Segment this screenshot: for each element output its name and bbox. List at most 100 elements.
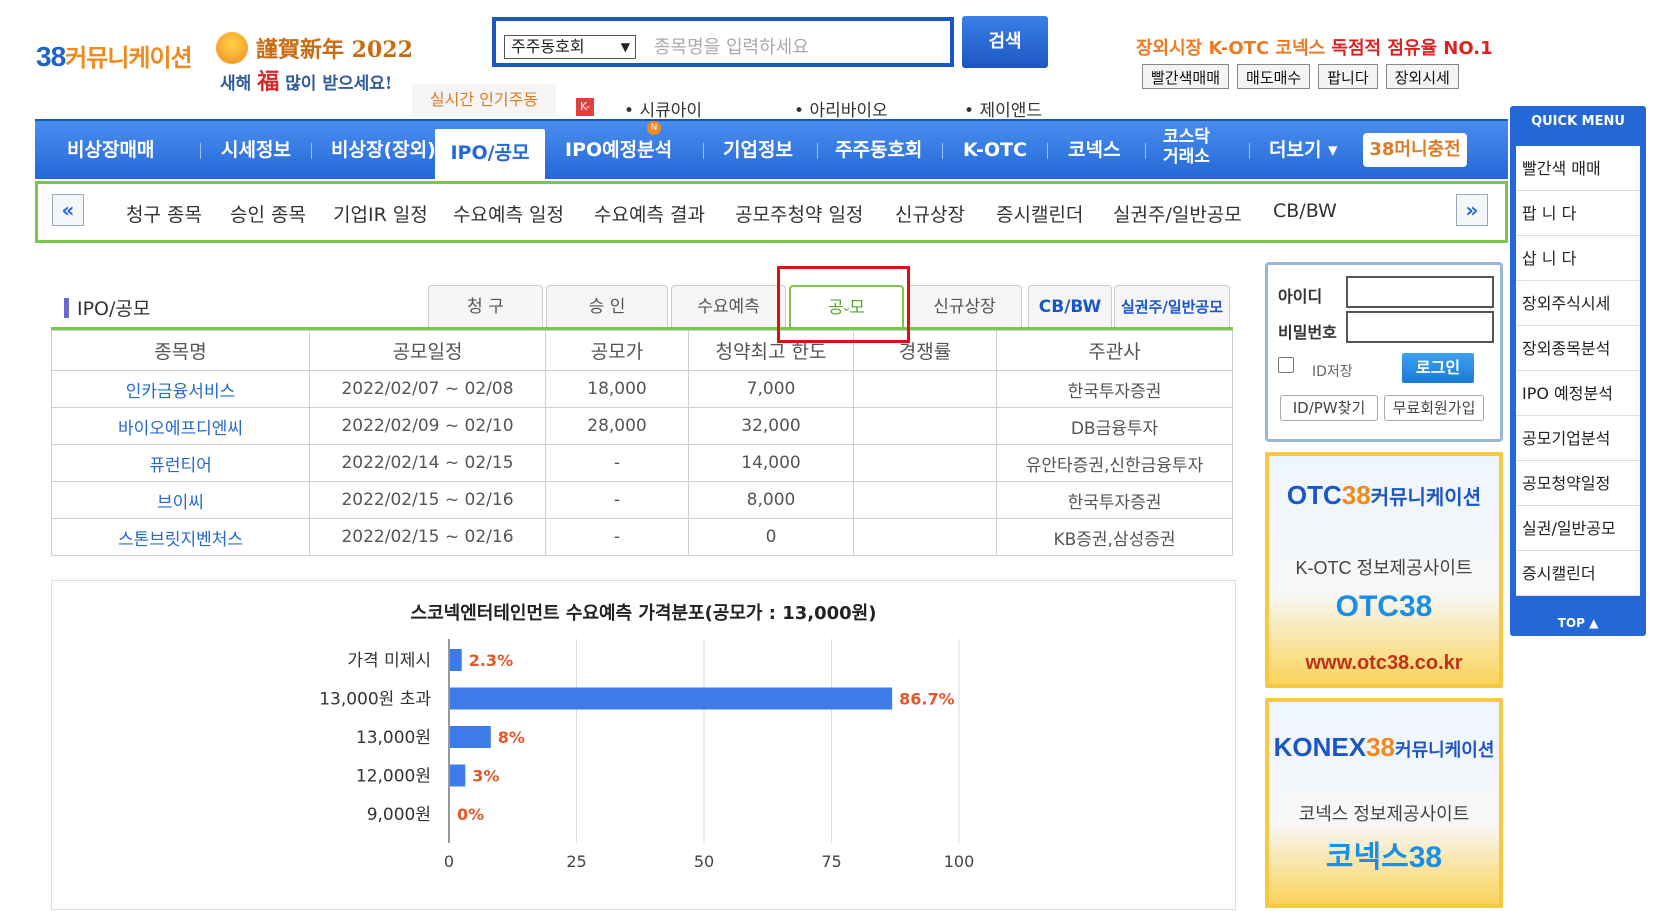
competition-rate: [853, 370, 997, 408]
subnav-approved-stocks[interactable]: 승인 종목: [230, 200, 306, 227]
toplink-sell[interactable]: 팝니다: [1318, 64, 1378, 89]
x-tick-label: 50: [694, 852, 714, 871]
stock-name-link[interactable]: 바이오에프디엔씨: [51, 407, 310, 445]
nav-unlisted-otc[interactable]: 비상장(장외): [331, 121, 436, 179]
nav-more[interactable]: 더보기 ▾: [1269, 121, 1338, 179]
quick-item[interactable]: 증시캘린더: [1516, 551, 1640, 596]
tab-demand-forecast[interactable]: 수요예측: [671, 285, 786, 327]
login-button[interactable]: 로그인: [1402, 353, 1474, 383]
subscription-limit: 32,000: [688, 407, 854, 445]
nav-ipo-active[interactable]: IPO/공모: [435, 129, 545, 181]
otc38-url[interactable]: www.otc38.co.kr: [1269, 652, 1499, 675]
stock-name-link[interactable]: 브이씨: [51, 481, 310, 519]
x-tick-label: 100: [944, 852, 975, 871]
newyear-banner: 謹賀新年 2022 새해 福 많이 받으세요!: [216, 30, 413, 95]
konex38-logo: KONEX38커뮤니케이션: [1273, 732, 1495, 762]
x-tick-label: 0: [444, 852, 454, 871]
stock-name-link[interactable]: 퓨런티어: [51, 444, 310, 482]
toplink-sell-buy[interactable]: 매도매수: [1237, 64, 1311, 89]
subnav-forecast-result[interactable]: 수요예측 결과: [594, 200, 705, 227]
ipo-table: 종목명 공모일정 공모가 청약최고 한도 경쟁률 주관사 인카금융서비스 202…: [51, 330, 1233, 556]
password-input[interactable]: [1346, 311, 1494, 343]
x-tick-label: 75: [821, 852, 841, 871]
category-label: 가격 미제시: [347, 651, 431, 671]
table-row: 브이씨 2022/02/15 ~ 02/16 - 8,000 한국투자증권: [51, 481, 1233, 519]
data-label: 86.7%: [899, 690, 955, 709]
bar: [450, 649, 462, 671]
subnav-market-calendar[interactable]: 증시캘린더: [996, 200, 1083, 227]
otc38-banner[interactable]: OTC38커뮤니케이션 K-OTC 정보제공사이트 OTC38 www.otc3…: [1265, 452, 1503, 688]
competition-rate: [853, 407, 997, 445]
underwriter: 한국투자증권: [996, 370, 1233, 408]
competition-rate: [853, 518, 997, 556]
data-label: 3%: [472, 767, 499, 786]
tab-claim[interactable]: 청 구: [428, 285, 543, 327]
quick-top-button[interactable]: TOP ▲: [1510, 616, 1646, 630]
ticker-item[interactable]: • 시큐아이: [624, 96, 794, 121]
nav-price-info[interactable]: 시세정보: [221, 121, 291, 179]
tab-rights-public[interactable]: 실권주/일반공모: [1114, 285, 1230, 327]
subnav-rights-public-offering[interactable]: 실권주/일반공모: [1113, 200, 1242, 227]
subnav-subscription-schedule[interactable]: 공모주청약 일정: [735, 200, 863, 227]
logo-text: 커뮤니케이션: [65, 45, 192, 72]
find-id-pw-button[interactable]: ID/PW찾기: [1280, 395, 1378, 421]
realtime-popular-label[interactable]: 실시간 인기주동: [412, 84, 556, 116]
offer-price: 28,000: [545, 407, 689, 445]
quick-item[interactable]: 빨간색 매매: [1516, 146, 1640, 191]
section-title: IPO/공모: [64, 294, 150, 321]
subnav-next-button[interactable]: »: [1456, 194, 1488, 226]
nav-company-info[interactable]: 기업정보: [723, 121, 793, 179]
site-logo[interactable]: 38커뮤니케이션: [36, 38, 193, 73]
tab-new-listing[interactable]: 신규상장: [907, 285, 1022, 327]
quick-item[interactable]: 삽 니 다: [1516, 236, 1640, 281]
toplink-otc-price[interactable]: 장외시세: [1385, 64, 1459, 89]
subnav-new-listing[interactable]: 신규상장: [895, 200, 965, 227]
table-row: 바이오에프디엔씨 2022/02/09 ~ 02/10 28,000 32,00…: [51, 407, 1233, 445]
nav-kotc[interactable]: K-OTC: [963, 121, 1027, 179]
quick-item[interactable]: 공모청약일정: [1516, 461, 1640, 506]
category-label: 12,000원: [356, 767, 431, 787]
data-label: 8%: [498, 728, 525, 747]
stock-name-link[interactable]: 인카금융서비스: [51, 370, 310, 408]
quick-item[interactable]: 실권/일반공모: [1516, 506, 1640, 551]
nav-kosdaq-exchange[interactable]: 코스닥 거래소: [1163, 127, 1210, 167]
table-row: 인카금융서비스 2022/02/07 ~ 02/08 18,000 7,000 …: [51, 370, 1233, 408]
subscription-limit: 0: [688, 518, 854, 556]
subnav-cb-bw[interactable]: CB/BW: [1273, 200, 1337, 222]
tab-approval[interactable]: 승 인: [546, 285, 668, 327]
search-button[interactable]: 검색: [962, 16, 1048, 68]
ticker-item[interactable]: • 아리바이오: [794, 96, 964, 121]
underwriter: KB증권,삼성증권: [996, 518, 1233, 556]
quick-item[interactable]: 장외종목분석: [1516, 326, 1640, 371]
quick-item[interactable]: 공모기업분석: [1516, 416, 1640, 461]
main-navigation: 비상장매매 시세정보 비상장(장외) IPO/공모 IPO예정분석 N 기업정보…: [35, 119, 1508, 181]
underwriter: DB금융투자: [996, 407, 1233, 445]
nav-unlisted-trade[interactable]: 비상장매매: [67, 121, 154, 179]
nav-shareholder-club[interactable]: 주주동호회: [835, 121, 922, 179]
newyear-title: 謹賀新年 2022: [256, 37, 413, 63]
subnav-claim-stocks[interactable]: 청구 종목: [126, 200, 202, 227]
otc38-desc: K-OTC 정보제공사이트: [1295, 558, 1473, 578]
nav-konex[interactable]: 코넥스: [1068, 121, 1120, 179]
quick-item[interactable]: 팝 니 다: [1516, 191, 1640, 236]
stock-name-link[interactable]: 스톤브릿지벤처스: [51, 518, 310, 556]
quick-item[interactable]: 장외주식시세: [1516, 281, 1640, 326]
id-input[interactable]: [1346, 276, 1494, 308]
join-button[interactable]: 무료회원가입: [1384, 395, 1484, 421]
subnav-forecast-schedule[interactable]: 수요예측 일정: [453, 200, 564, 227]
ticker-item[interactable]: • 제이앤드: [964, 96, 1134, 121]
search-input[interactable]: 종목명을 입력하세요: [654, 33, 809, 59]
quick-item[interactable]: IPO 예정분석: [1516, 371, 1640, 416]
search-box: 주주동호회 ▼ 종목명을 입력하세요: [492, 17, 954, 67]
konex38-banner[interactable]: KONEX38커뮤니케이션 코넥스 정보제공사이트 코넥스38: [1265, 698, 1503, 908]
search-category-select[interactable]: 주주동호회 ▼: [504, 35, 636, 59]
tab-cb-bw[interactable]: CB/BW: [1028, 285, 1112, 327]
toplink-red-trade[interactable]: 빨간색매매: [1142, 64, 1230, 89]
subnav-ir-schedule[interactable]: 기업IR 일정: [333, 200, 428, 227]
subnav-prev-button[interactable]: «: [52, 194, 84, 226]
bar: [450, 726, 491, 748]
offer-price: -: [545, 444, 689, 482]
save-id-checkbox[interactable]: [1278, 357, 1294, 373]
highlight-box: [777, 266, 910, 343]
nav-money-charge[interactable]: 38머니충전: [1363, 133, 1467, 167]
